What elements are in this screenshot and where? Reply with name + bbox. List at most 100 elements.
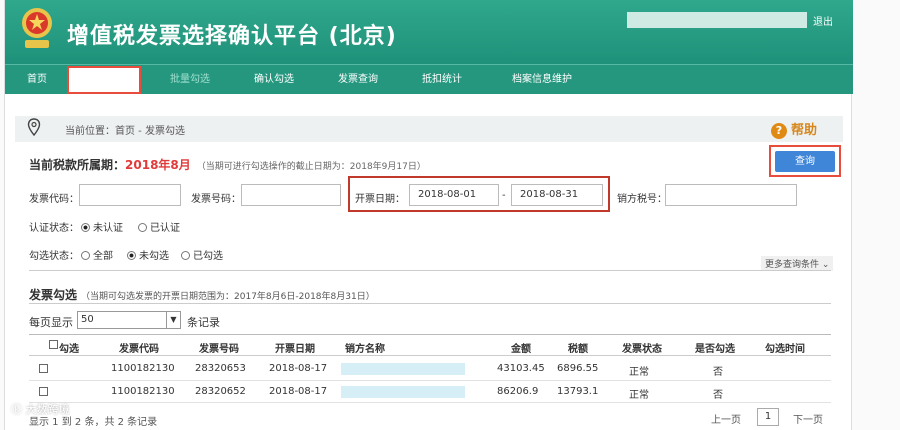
- next-page-button[interactable]: 下一页: [793, 411, 823, 426]
- nav-batch-check[interactable]: 批量勾选: [155, 65, 225, 95]
- user-info-redacted: [627, 12, 807, 28]
- screen: 增值税发票选择确认平台 (北京) 退出 首页 发票勾选 批量勾选 确认勾选 发票…: [0, 0, 900, 430]
- col-header-amount: 金额: [511, 344, 531, 355]
- nav-archive-maintenance[interactable]: 档案信息维护: [497, 65, 587, 95]
- section-title-text: 发票勾选: [29, 288, 78, 302]
- help-button[interactable]: ? 帮助: [771, 119, 817, 139]
- col-header-date: 开票日期: [275, 344, 315, 355]
- date-from-input[interactable]: 2018-08-01: [409, 184, 499, 206]
- cell-amount: 43103.45: [497, 363, 545, 374]
- radio-authenticated[interactable]: 已认证: [138, 219, 180, 234]
- cell-number: 28320652: [195, 386, 246, 397]
- invoice-code-input[interactable]: [79, 184, 181, 206]
- col-header-seller: 销方名称: [345, 344, 385, 355]
- col-header-check-time: 勾选时间: [765, 344, 805, 355]
- radio-label: 未勾选: [139, 251, 169, 262]
- radio-label: 已认证: [150, 223, 180, 234]
- row-divider: [29, 402, 831, 403]
- cell-amount: 86206.9: [497, 386, 539, 397]
- radio-unchecked[interactable]: 未勾选: [127, 247, 169, 262]
- cell-seller-redacted: [341, 363, 465, 375]
- question-icon: ?: [771, 123, 787, 139]
- row-checkbox[interactable]: [39, 364, 48, 373]
- page-size-select[interactable]: 50 ▼: [77, 311, 181, 329]
- col-header-checked: 是否勾选: [695, 344, 735, 355]
- cell-number: 28320653: [195, 363, 246, 374]
- seller-tax-input[interactable]: [665, 184, 797, 206]
- col-header-status: 发票状态: [622, 344, 662, 355]
- cell-seller-redacted: [341, 386, 465, 398]
- cell-code: 1100182130: [111, 386, 175, 397]
- tax-period: 当前税款所属期：2018年8月 （当期可进行勾选操作的截止日期为：2018年9月1…: [29, 156, 426, 173]
- tax-period-value: 2018年8月: [125, 158, 191, 172]
- breadcrumb-path[interactable]: 首页 - 发票勾选: [115, 126, 185, 137]
- radio-checked-icon: [127, 251, 136, 260]
- col-header-tax: 税额: [568, 344, 588, 355]
- prev-page-button[interactable]: 上一页: [711, 411, 741, 426]
- page-size-value: 50: [81, 314, 94, 325]
- seller-tax-label: 销方税号：: [617, 194, 667, 205]
- radio-unchecked-icon: [138, 223, 147, 232]
- chevron-down-icon: ▼: [166, 312, 180, 328]
- chevron-down-icon: ⌄: [821, 260, 830, 270]
- radio-label: 全部: [93, 251, 113, 262]
- cell-tax: 13793.1: [557, 386, 599, 397]
- table-header-border: [29, 355, 831, 356]
- radio-label: 未认证: [93, 223, 123, 234]
- radio-checked[interactable]: 已勾选: [181, 247, 223, 262]
- nav-invoice-query[interactable]: 发票查询: [323, 65, 393, 95]
- help-label: 帮助: [791, 123, 818, 138]
- more-conditions-link[interactable]: 更多查询条件 ⌄: [761, 256, 834, 271]
- national-emblem-icon: [22, 8, 52, 48]
- nav-invoice-check[interactable]: 发票勾选: [67, 66, 141, 94]
- breadcrumb: 当前位置：首页 - 发票勾选: [65, 122, 185, 137]
- app-title: 增值税发票选择确认平台 (北京): [67, 24, 397, 49]
- cell-checked: 否: [713, 367, 723, 378]
- nav-deduction-stats[interactable]: 抵扣统计: [407, 65, 477, 95]
- cell-status: 正常: [629, 367, 649, 378]
- date-separator: -: [502, 190, 506, 201]
- row-checkbox[interactable]: [39, 387, 48, 396]
- more-conditions-label: 更多查询条件: [765, 260, 820, 270]
- col-header-number: 发票号码: [199, 344, 239, 355]
- cell-checked: 否: [713, 390, 723, 401]
- logout-link[interactable]: 退出: [813, 13, 833, 28]
- cell-code: 1100182130: [111, 363, 175, 374]
- auth-status-label: 认证状态：: [29, 223, 79, 234]
- cell-date: 2018-08-17: [269, 363, 328, 374]
- row-divider: [29, 380, 831, 381]
- section-note: （当期可勾选发票的开票日期范围为：2017年8月6日-2018年8月31日）: [81, 292, 375, 302]
- page-size-label: 每页显示: [29, 316, 73, 329]
- page-number-button[interactable]: 1: [757, 408, 779, 426]
- invoice-code-label: 发票代码：: [29, 194, 79, 205]
- divider: [29, 270, 831, 271]
- radio-unchecked-icon: [81, 251, 90, 260]
- main-nav: 首页 发票勾选 批量勾选 确认勾选 发票查询 抵扣统计 档案信息维护: [5, 64, 853, 94]
- check-status-label: 勾选状态：: [29, 251, 79, 262]
- radio-checked-icon: [81, 223, 90, 232]
- select-all-checkbox[interactable]: [49, 340, 58, 349]
- radio-unauthenticated[interactable]: 未认证: [81, 219, 123, 234]
- cell-date: 2018-08-17: [269, 386, 328, 397]
- tax-period-note: （当期可进行勾选操作的截止日期为：2018年9月17日）: [196, 162, 426, 172]
- date-to-input[interactable]: 2018-08-31: [511, 184, 603, 206]
- col-header-code: 发票代码: [119, 344, 159, 355]
- invoice-number-input[interactable]: [241, 184, 341, 206]
- table-top-border: [29, 334, 831, 335]
- col-header-check: 勾选: [59, 344, 79, 355]
- nav-home[interactable]: 首页: [15, 65, 59, 95]
- watermark-text: 大数跨境: [25, 403, 70, 416]
- query-button[interactable]: 查询: [775, 151, 835, 172]
- invoice-date-label: 开票日期：: [355, 194, 405, 205]
- cell-tax: 6896.55: [557, 363, 599, 374]
- radio-all[interactable]: 全部: [81, 247, 113, 262]
- watermark: ⓚ 大数跨境: [11, 403, 70, 416]
- page-size-suffix: 条记录: [187, 316, 220, 329]
- breadcrumb-label: 当前位置：: [65, 126, 115, 137]
- nav-confirm-check[interactable]: 确认勾选: [239, 65, 309, 95]
- cell-status: 正常: [629, 390, 649, 401]
- tax-period-label: 当前税款所属期：: [29, 158, 126, 172]
- radio-label: 已勾选: [193, 251, 223, 262]
- section-title: 发票勾选 （当期可勾选发票的开票日期范围为：2017年8月6日-2018年8月31…: [29, 286, 375, 303]
- header-bar: 增值税发票选择确认平台 (北京) 退出: [5, 0, 853, 64]
